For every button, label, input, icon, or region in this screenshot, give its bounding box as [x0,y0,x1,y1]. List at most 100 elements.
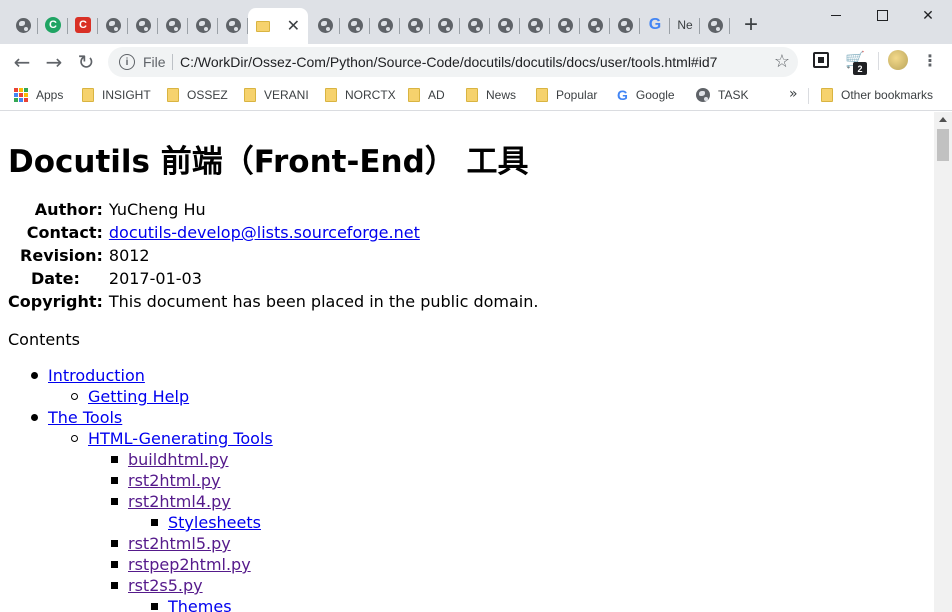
globe-icon [467,17,483,33]
tab-17[interactable] [520,10,550,40]
bookmark-star-icon[interactable]: ☆ [774,51,790,72]
bookmark-label: TASK [718,88,749,102]
bullet-icon [111,498,118,505]
toc-link[interactable]: rst2html5.py [128,533,231,554]
text-icon: Ne [677,18,693,32]
reload-button[interactable]: ↻ [74,50,98,74]
tab-20[interactable] [610,10,640,40]
revision-value: 8012 [108,246,150,265]
tab-11[interactable] [340,10,370,40]
toc-link[interactable]: rst2html.py [128,470,221,491]
tab-10[interactable] [310,10,340,40]
tab-18[interactable] [550,10,580,40]
c-red-icon: C [75,17,91,33]
toc-link[interactable]: The Tools [48,407,122,428]
toc-link[interactable]: Stylesheets [168,512,261,533]
docinfo-table: Author: YuCheng Hu Contact: docutils-dev… [8,198,538,313]
bookmark-task[interactable]: TASK [696,86,748,104]
arrow-right-icon: → [45,50,63,74]
bookmark-news[interactable]: News [466,86,516,104]
bookmark-label: Google [635,88,675,102]
globe-icon [15,17,31,33]
folder-icon [256,20,270,32]
scrollbar-thumb[interactable] [937,129,949,161]
globe-icon [617,17,633,33]
vertical-scrollbar[interactable] [934,112,952,612]
new-tab-button[interactable]: + [738,11,764,38]
docinfo-contact-row: Contact: docutils-develop@lists.sourcefo… [8,221,538,244]
back-button[interactable]: ← [10,50,34,74]
bookmark-insight[interactable]: INSIGHT [82,86,151,104]
toc-link[interactable]: buildhtml.py [128,449,229,470]
tab-9[interactable]: ✕ [248,8,308,44]
bookmarks-overflow-icon[interactable]: » [789,86,798,102]
bookmark-popular[interactable]: Popular [536,86,597,104]
toc-link[interactable]: Themes [168,596,232,612]
bookmark-ad[interactable]: AD [408,86,445,104]
bookmark-label: OSSEZ [187,88,228,102]
minimize-button[interactable] [813,0,859,30]
bookmarks-bar: Apps INSIGHT OSSEZ VERANI NORCTX AD News Popula… [0,80,952,111]
contact-label: Contact: [26,223,103,242]
tab-8[interactable] [218,10,248,40]
bookmark-label: NORCTX [345,88,396,102]
tab-7[interactable] [188,10,218,40]
toc-link[interactable]: HTML-Generating Tools [88,428,273,449]
date-value: 2017-01-03 [108,269,202,288]
tab-14[interactable] [430,10,460,40]
contact-email-link[interactable]: docutils-develop@lists.sourceforge.net [109,223,420,242]
google-icon: G [648,16,662,33]
other-bookmarks[interactable]: Other bookmarks [821,86,933,104]
tab-13[interactable] [400,10,430,40]
tab-5[interactable] [128,10,158,40]
maximize-button[interactable] [859,0,905,30]
address-bar[interactable]: i File C:/WorkDir/Ossez-Com/Python/Sourc… [108,47,798,77]
tab-16[interactable] [490,10,520,40]
scroll-up-arrow-icon[interactable] [939,117,947,122]
close-window-button[interactable]: ✕ [905,0,951,30]
tab-close-icon[interactable]: ✕ [287,16,300,36]
bookmark-google[interactable]: G Google [617,86,675,104]
bookmark-label: INSIGHT [102,88,151,102]
extension-square-icon[interactable] [813,52,829,68]
tab-1[interactable] [8,10,38,40]
globe-icon [135,17,151,33]
folder-icon [244,88,256,102]
toc-link[interactable]: Getting Help [88,386,189,407]
author-value: YuCheng Hu [108,200,206,219]
tab-23[interactable] [700,10,730,40]
tab-12[interactable] [370,10,400,40]
bookmark-norctx[interactable]: NORCTX [325,86,396,104]
copyright-label: Copyright: [8,292,103,311]
profile-avatar[interactable] [888,50,908,70]
forward-button[interactable]: → [42,50,66,74]
tab-2[interactable]: C [38,10,68,40]
copyright-value: This document has been placed in the pub… [108,292,539,311]
bookmark-verani[interactable]: VERANI [244,86,309,104]
bookmark-apps[interactable]: Apps [14,86,63,104]
tab-21[interactable]: G [640,10,670,40]
browser-toolbar: ← → ↻ i File C:/WorkDir/Ossez-Com/Python… [0,44,952,80]
toc-link[interactable]: rstpep2html.py [128,554,251,575]
toc-link[interactable]: rst2s5.py [128,575,203,596]
globe-icon [407,17,423,33]
bullet-icon [111,582,118,589]
docinfo-revision-row: Revision: 8012 [8,244,538,267]
folder-icon [821,88,833,102]
globe-icon [347,17,363,33]
globe-icon [195,17,211,33]
tab-3[interactable]: C [68,10,98,40]
tab-15[interactable] [460,10,490,40]
toc-link[interactable]: rst2html4.py [128,491,231,512]
bookmark-ossez[interactable]: OSSEZ [167,86,228,104]
date-label: Date: [30,269,80,288]
url-text[interactable]: C:/WorkDir/Ossez-Com/Python/Source-Code/… [180,54,717,70]
tab-19[interactable] [580,10,610,40]
browser-menu-button[interactable]: ⋮ [922,50,938,70]
globe-icon [587,17,603,33]
tab-6[interactable] [158,10,188,40]
site-info-icon[interactable]: i [119,54,135,70]
toc-link[interactable]: Introduction [48,365,145,386]
tab-22[interactable]: Ne [670,10,700,40]
tab-4[interactable] [98,10,128,40]
